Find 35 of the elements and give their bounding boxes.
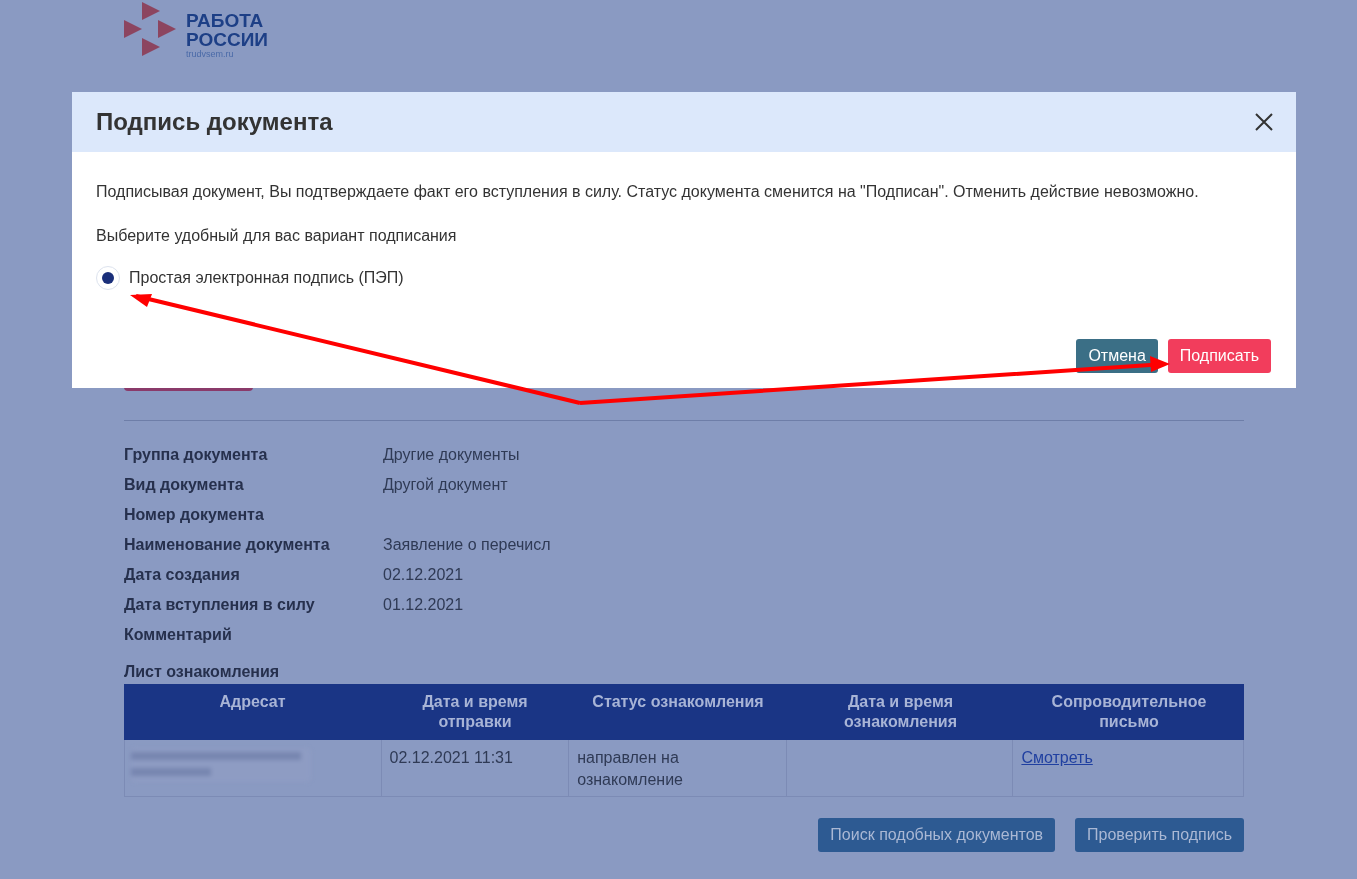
radio-label: Простая электронная подпись (ПЭП) bbox=[129, 268, 404, 288]
field-value: 02.12.2021 bbox=[383, 565, 464, 585]
field-label: Комментарий bbox=[124, 625, 233, 645]
field-value: Другие документы bbox=[383, 445, 520, 465]
action-button[interactable]: Поиск подобных документов bbox=[818, 818, 1056, 852]
field-value: Другой документ bbox=[383, 475, 508, 495]
table-cell: 02.12.2021 11:31 bbox=[389, 749, 513, 766]
column-header: Дата и время ознакомления bbox=[843, 692, 958, 732]
logo-text: РАБОТА bbox=[186, 11, 265, 30]
radio-button[interactable] bbox=[96, 266, 120, 290]
logo-triangles-icon bbox=[124, 2, 178, 58]
table-cell: направлен на ознакомление bbox=[577, 749, 683, 788]
column-header: Адресат bbox=[218, 692, 287, 712]
field-label: Дата вступления в силу bbox=[124, 595, 316, 615]
column-header: Дата и время отправки bbox=[421, 692, 529, 732]
column-header: Статус ознакомления bbox=[591, 692, 765, 712]
field-label: Номер документа bbox=[124, 505, 265, 525]
field-label: Наименование документа bbox=[124, 535, 331, 555]
close-icon[interactable] bbox=[1254, 112, 1274, 132]
action-button[interactable]: Проверить подпись bbox=[1075, 818, 1244, 852]
modal-title: Подпись документа bbox=[96, 107, 333, 137]
logo-domain: trudvsem.ru bbox=[186, 49, 235, 59]
modal-text: Подписывая документ, Вы подтверждаете факт его вступления в силу. Статус документа сменится на "Подписан". Отменить действие невозможно. bbox=[96, 182, 1200, 202]
logo[interactable]: РАБОТА РОССИИ trudvsem.ru bbox=[124, 0, 1244, 70]
modal-prompt: Выберите удобный для вас вариант подписания bbox=[96, 226, 458, 246]
field-label: Вид документа bbox=[124, 475, 245, 495]
field-value: 01.12.2021 bbox=[383, 595, 464, 615]
column-header: Сопроводительное письмо bbox=[1050, 692, 1208, 732]
section-title: Лист ознакомления bbox=[124, 663, 280, 680]
field-label: Дата создания bbox=[124, 565, 241, 585]
sign-button[interactable]: Подписать bbox=[1167, 339, 1271, 373]
field-label: Группа документа bbox=[124, 445, 269, 465]
view-link[interactable]: Смотреть bbox=[1021, 749, 1093, 766]
field-value: Заявление о перечисл bbox=[383, 535, 551, 555]
logo-text: РОССИИ bbox=[186, 30, 268, 49]
